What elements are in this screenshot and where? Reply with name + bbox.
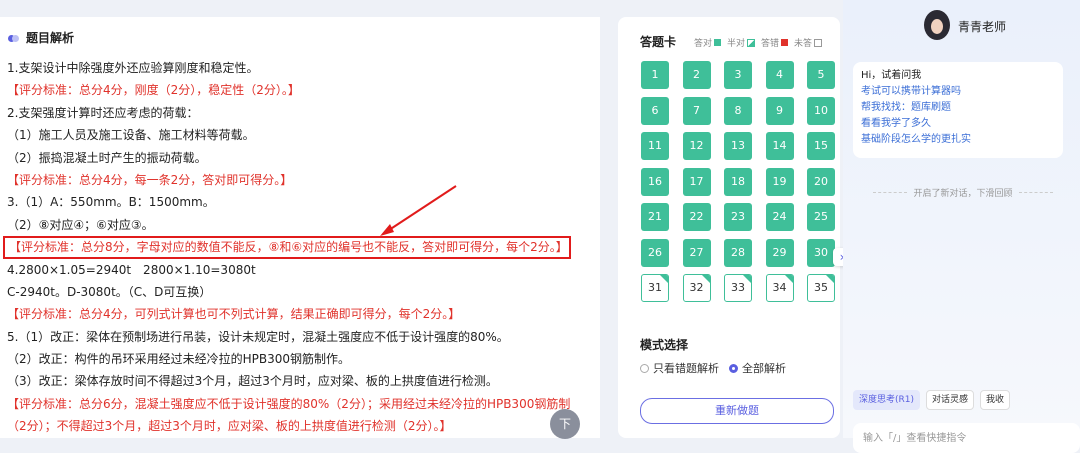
question-button[interactable]: 6 [641,96,669,125]
annotation-arrow-icon [380,185,457,236]
question-button[interactable]: 33 [724,274,752,302]
new-chat-divider: 开启了新对话，下滑回顾 [873,186,1053,199]
scoring-line: 【评分标准：总分4分，每一条2分，答对即可得分。】 [7,172,293,187]
question-button[interactable]: 34 [765,274,794,302]
question-button[interactable]: 17 [682,167,711,196]
question-button[interactable]: 9 [765,96,794,125]
analysis-line: （2）⑧对应④；⑥对应③。 [7,217,154,232]
question-button[interactable]: 22 [682,203,711,231]
scoring-line: 【评分标准：总分6分，混凝土强度应不低于设计强度的80%（2分）；采用经过未经冷… [7,396,571,411]
chip-favorites[interactable]: 我收 [980,390,1011,410]
suggestion-item[interactable]: 看看我学了多久 [861,116,1055,132]
question-button[interactable]: 10 [807,96,835,125]
scoring-line: 【评分标准：总分4分，刚度（2分），稳定性（2分）。】 [7,83,300,98]
legend-unanswered: 未答 [794,36,823,49]
question-button[interactable]: 27 [682,238,711,267]
chat-input[interactable]: 输入「/」查看快捷指令 [853,423,1080,453]
chip-inspiration[interactable]: 对话灵感 [926,390,975,410]
question-button[interactable]: 13 [724,132,752,160]
legend-wrong: 答错 [761,36,789,49]
analysis-line: （3）改正：梁体存放时间不得超过3个月，超过3个月时，应对梁、板的上拱度值进行检… [7,374,498,389]
question-button[interactable]: 35 [807,274,835,302]
question-button[interactable]: 29 [765,238,794,267]
avatar [924,10,950,40]
analysis-line: 5.（1）改正：梁体在预制场进行吊装，设计未规定时，混凝土强度应不低于设计强度的… [7,329,509,344]
analysis-line: 4.2800×1.05=2940t 2800×1.10=3080t [7,262,256,277]
radio-circle-icon [640,363,649,373]
question-button[interactable]: 5 [807,61,835,89]
question-button[interactable]: 3 [724,61,752,89]
analysis-line: 3.（1）A：550mm。B：1500mm。 [7,195,215,210]
question-button[interactable]: 7 [682,96,711,125]
question-button[interactable]: 12 [682,132,711,160]
question-button[interactable]: 24 [765,203,794,231]
analysis-line: （1）施工人员及施工设备、施工材料等荷载。 [7,128,255,143]
scoring-line: 【评分标准：总分4分，可列式计算也可不列式计算，结果正确即可得分，每个2分。】 [7,307,461,322]
radio-wrong-only[interactable]: 只看错题解析 [640,360,719,376]
question-button[interactable]: 23 [724,203,752,231]
answer-card-title: 答题卡 [640,35,677,49]
question-button[interactable]: 32 [682,274,711,302]
answer-card: 答题卡 答对 半对 答错 未答 1 2 3 4 5 6 7 8 9 10 11 12 13 14 15 16 1… [618,17,840,438]
question-button[interactable]: 11 [641,132,669,160]
question-button[interactable]: 28 [724,238,752,267]
radio-all[interactable]: 全部解析 [729,360,786,376]
question-button[interactable]: 21 [641,203,669,231]
section-dot-icon [8,33,20,43]
question-button[interactable]: 8 [724,96,752,125]
chat-chips: 深度思考(R1) 对话灵感 我收 [853,390,1011,410]
analysis-line: C-2940t。D-3080t。（C、D可互换） [7,284,212,299]
teacher-name: 青青老师 [958,20,1007,34]
suggestion-item[interactable]: 帮我找找：题库刷题 [861,100,1055,116]
mode-radio-group: 只看错题解析 全部解析 [640,360,786,376]
question-button[interactable]: 31 [641,274,669,302]
mode-title: 模式选择 [640,338,689,352]
status-legend: 答对 半对 答错 未答 [694,36,823,49]
chat-panel: 青青老师 Hi，试着问我 考试可以携带计算器吗 帮我找找：题库刷题 看看我学了多… [843,0,1080,453]
legend-half: 半对 [727,36,756,49]
scroll-float-button[interactable]: 下 [550,409,580,439]
wrong-swatch-icon [781,39,789,46]
scoring-line: （2分）；不得超过3个月，超过3个月时，应对梁、板的上拱度值进行检测（2分）。】 [7,419,452,434]
chip-deep-think[interactable]: 深度思考(R1) [853,390,921,410]
legend-correct: 答对 [694,36,722,49]
analysis-line: （2）振捣混凝土时产生的振动荷载。 [7,150,207,165]
radio-checked-icon [729,363,738,373]
question-button[interactable]: 14 [765,132,794,160]
question-button[interactable]: 16 [641,167,669,196]
question-button[interactable]: 2 [682,61,711,89]
question-button[interactable]: 4 [765,61,794,89]
question-button[interactable]: 30 [807,238,835,267]
correct-swatch-icon [714,39,722,46]
analysis-panel: 题目解析 1.支架设计中除强度外还应验算刚度和稳定性。【评分标准：总分4分，刚度… [0,17,600,438]
half-swatch-icon [747,38,756,47]
welcome-bubble: Hi，试着问我 考试可以携带计算器吗 帮我找找：题库刷题 看看我学了多久 基础阶… [853,62,1063,158]
highlighted-scoring-line: 【评分标准：总分8分，字母对应的数值不能反，⑧和⑥对应的编号也不能反，答对即可得… [3,236,571,259]
question-button[interactable]: 15 [807,132,835,160]
question-button[interactable]: 20 [807,167,835,196]
redo-button[interactable]: 重新做题 [640,398,834,424]
section-title: 题目解析 [26,31,75,45]
analysis-line: 2.支架强度计算时还应考虑的荷载： [7,105,199,120]
question-button[interactable]: 1 [641,61,669,89]
question-button[interactable]: 18 [724,167,752,196]
analysis-lines: 1.支架设计中除强度外还应验算刚度和稳定性。【评分标准：总分4分，刚度（2分），… [3,57,597,438]
question-button[interactable]: 26 [641,238,669,267]
analysis-line: 1.支架设计中除强度外还应验算刚度和稳定性。 [7,61,259,75]
section-header: 题目解析 [8,29,74,46]
question-button[interactable]: 19 [765,167,794,196]
suggestion-item[interactable]: 考试可以携带计算器吗 [861,84,1055,100]
analysis-line: （2）改正：构件的吊环采用经过未经冷拉的HPB300钢筋制作。 [7,352,351,367]
question-button[interactable]: 25 [807,203,835,231]
unanswered-swatch-icon [814,38,823,47]
greeting-text: Hi，试着问我 [861,70,922,81]
suggestion-item[interactable]: 基础阶段怎么学的更扎实 [861,132,1055,148]
